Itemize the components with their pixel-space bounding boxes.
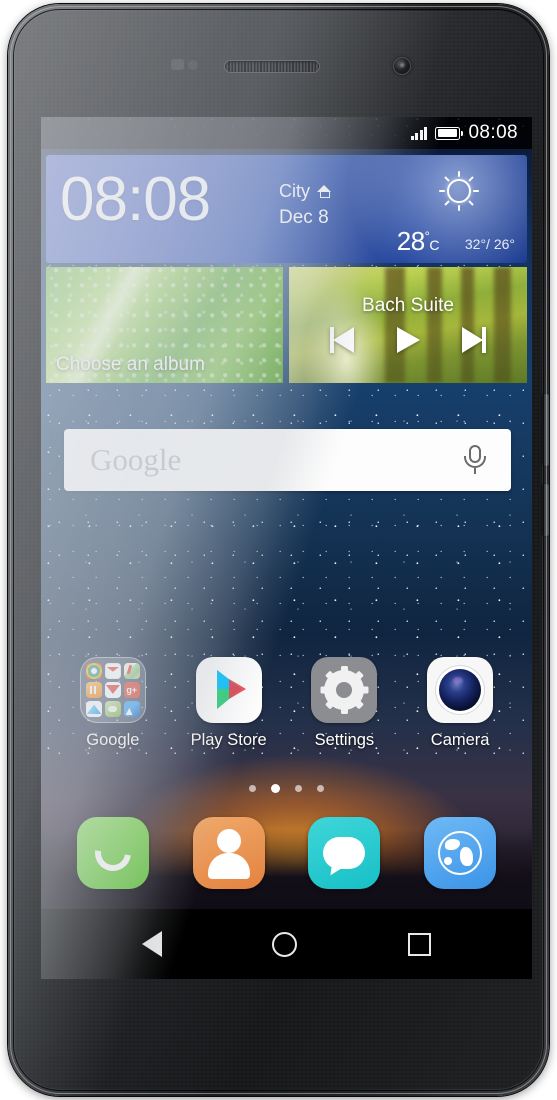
google-folder[interactable]: g+	[79, 657, 146, 723]
camera-icon[interactable]	[427, 657, 494, 723]
handset-icon	[93, 833, 134, 874]
signal-bars-icon	[410, 126, 428, 140]
clock-widget-time: 08:08	[60, 165, 211, 234]
weather-unit: C	[429, 237, 439, 253]
dock-contacts-button[interactable]	[192, 817, 265, 889]
navigation-bar	[41, 909, 532, 979]
clock-widget-date: Dec 8	[279, 207, 329, 228]
home-icon	[317, 184, 332, 199]
gallery-widget-label: Choose an album	[56, 354, 205, 375]
search-input[interactable]: Google	[64, 442, 453, 478]
globe-icon	[438, 831, 483, 875]
earpiece-speaker	[224, 60, 320, 73]
status-bar[interactable]: 08:08	[41, 117, 532, 149]
youtube-icon	[104, 681, 122, 699]
google-search-bar[interactable]: Google	[64, 429, 511, 491]
page-dot-active[interactable]	[271, 784, 280, 793]
back-triangle-icon[interactable]	[142, 931, 163, 957]
page-dot[interactable]	[249, 785, 256, 792]
play-music-icon	[85, 681, 103, 699]
gear-icon[interactable]	[311, 657, 378, 723]
app-grid: g+ Google Play Store Settings Camera	[41, 657, 532, 750]
play-store-icon[interactable]	[195, 657, 262, 723]
microphone-icon[interactable]	[453, 443, 499, 477]
dock-messages-button[interactable]	[308, 817, 381, 889]
drive-icon	[85, 700, 103, 717]
status-bar-clock: 08:08	[468, 122, 518, 143]
battery-full-icon	[435, 126, 464, 140]
prev-track-button[interactable]	[326, 324, 360, 356]
dock-phone-button[interactable]	[76, 817, 149, 889]
page-indicator	[41, 784, 532, 793]
music-track-title: Bach Suite	[362, 295, 454, 316]
app-icon-google-folder[interactable]: g+ Google	[65, 657, 161, 750]
page-dot[interactable]	[295, 785, 302, 792]
app-label-camera: Camera	[430, 731, 490, 749]
clock-weather-widget[interactable]: 08:08 City Dec 8 28°C 32°/ 26°	[46, 155, 527, 263]
app-icon-settings[interactable]: Settings	[296, 657, 392, 750]
front-camera-icon	[393, 57, 411, 75]
phone-screen[interactable]: 08:08 08:08 City Dec 8 28°C 32°/ 26° Cho…	[41, 117, 532, 979]
gallery-widget[interactable]: Choose an album	[46, 267, 283, 383]
power-button[interactable]	[543, 484, 549, 536]
dock-browser-button[interactable]	[424, 817, 497, 889]
clock-widget-city-row[interactable]: City	[279, 181, 332, 202]
gmail-icon	[104, 663, 122, 680]
google-plus-icon: g+	[123, 681, 140, 699]
play-button[interactable]	[391, 324, 425, 356]
weather-temperature: 28°C	[396, 226, 440, 257]
app-label-play-store: Play Store	[190, 731, 267, 749]
app-icon-camera[interactable]: Camera	[412, 657, 508, 750]
person-icon	[216, 829, 241, 853]
play-games-icon	[104, 700, 122, 717]
phone-device: 08:08 08:08 City Dec 8 28°C 32°/ 26° Cho…	[8, 4, 549, 1096]
music-controls	[289, 324, 527, 356]
app-label-google: Google	[86, 731, 140, 749]
page-dot[interactable]	[317, 785, 324, 792]
speech-bubble-icon	[323, 837, 366, 869]
maps-icon	[123, 663, 140, 680]
clock-widget-city: City	[279, 181, 310, 201]
volume-button[interactable]	[543, 394, 549, 466]
music-widget[interactable]: Bach Suite	[289, 267, 527, 383]
sun-icon	[439, 171, 479, 211]
chrome-icon	[85, 663, 103, 680]
weather-temp-value: 28	[396, 226, 425, 256]
app-icon-play-store[interactable]: Play Store	[181, 657, 277, 750]
proximity-sensor	[171, 57, 201, 72]
weather-temp-range: 32°/ 26°	[464, 236, 515, 252]
home-circle-icon[interactable]	[272, 931, 298, 957]
photos-icon	[123, 700, 140, 717]
app-label-settings: Settings	[314, 731, 375, 749]
dock	[41, 817, 532, 889]
recents-square-icon[interactable]	[407, 932, 431, 956]
next-track-button[interactable]	[456, 324, 490, 356]
